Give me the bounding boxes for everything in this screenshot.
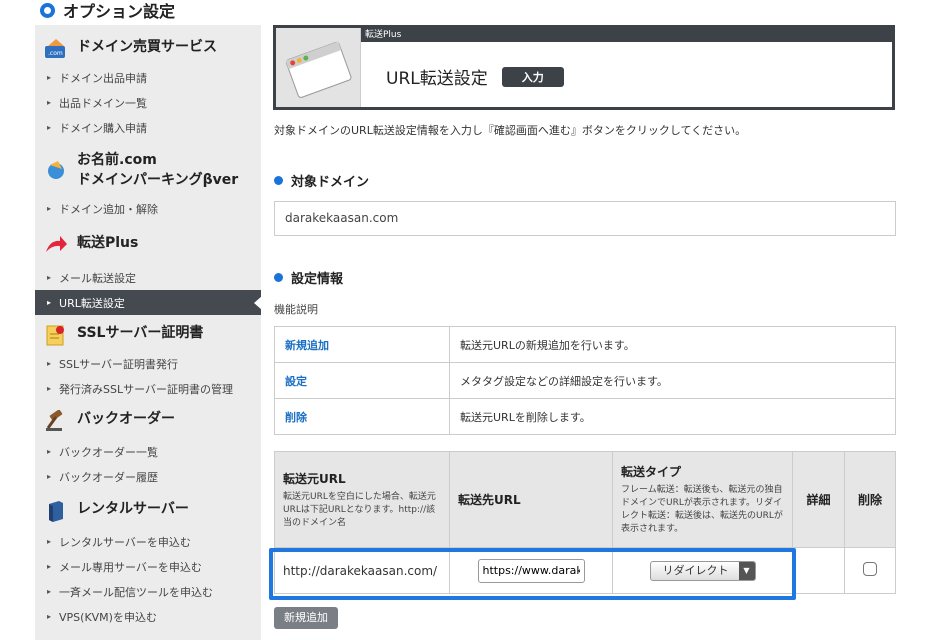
parking-icon: [43, 158, 69, 182]
table-row: http://darakekaasan.com/ リダイレクト ▼: [274, 547, 896, 594]
sidebar-section-ssl: SSLサーバー証明書: [35, 323, 261, 347]
function-key-add[interactable]: 新規追加: [274, 326, 450, 363]
col-detail: 詳細: [792, 451, 845, 548]
add-new-button[interactable]: 新規追加: [274, 607, 338, 629]
sidebar-item-backorder-history[interactable]: バックオーダー履歴: [35, 464, 261, 489]
sidebar-item-mail-server-apply[interactable]: メール専用サーバーを申込む: [35, 554, 261, 579]
sidebar-item-ssl-issue[interactable]: SSLサーバー証明書発行: [35, 351, 261, 376]
table-row: 設定 メタタグ設定などの詳細設定を行います。: [274, 362, 896, 399]
function-table: 新規追加 転送元URLの新規追加を行います。 設定 メタタグ設定などの詳細設定を…: [274, 326, 896, 435]
sidebar-section-title: ドメイン売買サービス: [77, 39, 217, 55]
function-key-delete[interactable]: 削除: [274, 398, 450, 435]
chevron-down-icon: ▼: [738, 561, 755, 580]
col-forward-type: 転送タイプ フレーム転送：転送後も、転送元の独自ドメインでURLが表示されます。…: [612, 451, 793, 548]
sidebar-section-title: バックオーダー: [77, 411, 175, 427]
sidebar-section-backorder: バックオーダー: [35, 409, 261, 433]
function-desc: メタタグ設定などの詳細設定を行います。: [449, 362, 896, 399]
dest-url-input[interactable]: [477, 558, 585, 583]
sidebar: .com ドメイン売買サービス ドメイン出品申請 出品ドメイン一覧 ドメイン購入…: [35, 25, 262, 640]
bullet-dot-icon: [274, 273, 283, 282]
source-url-note: 転送元URLを空白にした場合、転送元URLは下記URLとなります。http://…: [283, 491, 436, 528]
sidebar-section-domain-trade: .com ドメイン売買サービス: [35, 37, 261, 61]
function-key-settings[interactable]: 設定: [274, 362, 450, 399]
detail-cell: [792, 547, 845, 594]
function-description-label: 機能説明: [274, 303, 318, 316]
sidebar-section-rental-server: レンタルサーバー: [35, 499, 261, 523]
sidebar-item-bulk-mail-apply[interactable]: 一斉メール配信ツールを申込む: [35, 579, 261, 604]
circle-icon: [40, 2, 55, 18]
target-heading: 対象ドメイン: [274, 171, 369, 190]
delete-checkbox[interactable]: [863, 562, 877, 576]
sidebar-section-title: レンタルサーバー: [77, 501, 189, 517]
sidebar-item-url-forward[interactable]: URL転送設定: [35, 290, 262, 315]
source-url-value: http://darakekaasan.com/: [274, 547, 450, 594]
col-delete: 削除: [844, 451, 896, 548]
page-panel-header: 転送Plus URL転送設定 入力: [273, 25, 895, 110]
table-row: 新規追加 転送元URLの新規追加を行います。: [274, 326, 896, 363]
sidebar-section-parking: お名前.com ドメインパーキングβver: [35, 150, 261, 190]
target-domain: darakekaasan.com: [274, 201, 896, 236]
col-dest-url: 転送先URL: [449, 451, 613, 548]
function-desc: 転送元URLの新規追加を行います。: [449, 326, 896, 363]
settings-heading: 設定情報: [274, 268, 343, 287]
server-icon: [43, 499, 69, 523]
sidebar-section-forward-plus: 転送Plus: [35, 233, 261, 257]
forward-type-select[interactable]: リダイレクト ▼: [649, 560, 756, 581]
sidebar-item-domain-listing-request[interactable]: ドメイン出品申請: [35, 65, 261, 90]
domain-com-icon: .com: [43, 37, 69, 61]
panel-tag: 転送Plus: [361, 28, 892, 42]
col-source-url: 転送元URL 転送元URLを空白にした場合、転送元URLは下記URLとなります。…: [274, 451, 450, 548]
panel-title: URL転送設定: [386, 69, 488, 89]
sidebar-section-subtitle: ドメインパーキングβver: [77, 172, 239, 188]
url-forward-table: 転送元URL 転送元URLを空白にした場合、転送元URLは下記URLとなります。…: [274, 451, 896, 594]
sidebar-section-title: 転送Plus: [77, 235, 139, 251]
gavel-icon: [43, 409, 69, 433]
table-header-row: 転送元URL 転送元URLを空白にした場合、転送元URLは下記URLとなります。…: [274, 451, 896, 548]
function-desc: 転送元URLを削除します。: [449, 398, 896, 435]
sidebar-item-domain-purchase-request[interactable]: ドメイン購入申請: [35, 115, 261, 140]
browser-window-icon: [276, 28, 361, 107]
bullet-dot-icon: [274, 176, 283, 185]
page-header: オプション設定: [40, 0, 176, 21]
intro-text: 対象ドメインのURL転送設定情報を入力し『確認画面へ進む』ボタンをクリックしてく…: [274, 124, 747, 137]
sidebar-item-vps-apply[interactable]: VPS(KVM)を申込む: [35, 604, 261, 629]
table-row: 削除 転送元URLを削除します。: [274, 398, 896, 435]
step-badge: 入力: [501, 66, 564, 87]
sidebar-section-title: SSLサーバー証明書: [77, 325, 204, 341]
sidebar-item-domain-add-remove[interactable]: ドメイン追加・解除: [35, 196, 261, 221]
certificate-icon: [43, 323, 69, 347]
page-title: オプション設定: [63, 2, 176, 21]
sidebar-item-backorder-list[interactable]: バックオーダー一覧: [35, 439, 261, 464]
sidebar-item-mail-forward[interactable]: メール転送設定: [35, 265, 261, 290]
sidebar-item-rental-server-apply[interactable]: レンタルサーバーを申込む: [35, 529, 261, 554]
sidebar-section-title: お名前.com: [77, 152, 157, 168]
forward-arrow-icon: [43, 233, 69, 257]
forward-type-note: フレーム転送：転送後も、転送元の独自ドメインでURLが表示されます。リダイレクト…: [621, 485, 783, 534]
sidebar-item-ssl-manage[interactable]: 発行済みSSLサーバー証明書の管理: [35, 376, 261, 401]
svg-text:.com: .com: [48, 50, 63, 57]
sidebar-item-listed-domains[interactable]: 出品ドメイン一覧: [35, 90, 261, 115]
